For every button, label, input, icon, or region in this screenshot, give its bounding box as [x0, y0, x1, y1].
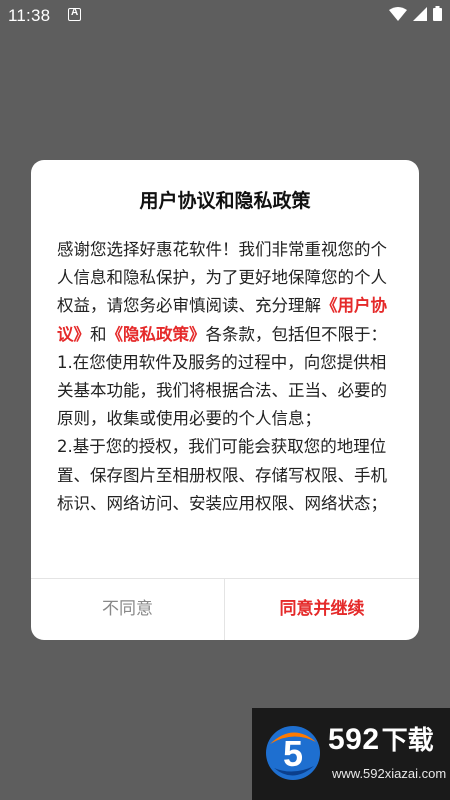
intro-text-part2: 各条款，包括但不限于： — [205, 324, 388, 344]
disagree-button[interactable]: 不同意 — [31, 579, 224, 640]
watermark-brand-text: 下载 — [381, 726, 434, 756]
intro-paragraph: 感谢您选择好惠花软件！我们非常重视您的个人信息和隐私保护，为了更好地保障您的个人… — [57, 236, 397, 349]
clause-item-1: 1.在您使用软件及服务的过程中，向您提供相关基本功能，我们将根据合法、正当、必要… — [57, 352, 387, 429]
592-logo-icon: 5 — [266, 726, 320, 780]
watermark-brand-number: 592 — [328, 723, 380, 756]
status-icons — [389, 6, 442, 21]
privacy-policy-link[interactable]: 《隐私政策》 — [107, 325, 206, 344]
intro-and-text: 和 — [90, 324, 107, 344]
watermark: 5 592 下载 www.592xiazai.com — [252, 708, 450, 800]
watermark-url: www.592xiazai.com — [332, 766, 447, 781]
a-notification-icon — [68, 7, 81, 21]
dialog-body[interactable]: 感谢您选择好惠花软件！我们非常重视您的个人信息和隐私保护，为了更好地保障您的个人… — [57, 236, 397, 576]
watermark-brand: 592 下载 — [328, 720, 434, 757]
svg-text:5: 5 — [283, 733, 303, 774]
privacy-dialog: 用户协议和隐私政策 感谢您选择好惠花软件！我们非常重视您的个人信息和隐私保护，为… — [31, 160, 419, 640]
wifi-icon — [389, 6, 407, 21]
battery-icon — [433, 6, 442, 21]
status-time: 11:38 — [8, 6, 51, 25]
signal-icon — [413, 6, 427, 21]
dialog-title: 用户协议和隐私政策 — [139, 190, 311, 212]
agree-continue-button[interactable]: 同意并继续 — [225, 579, 419, 640]
clause-item-2: 2.基于您的授权，我们可能会获取您的地理位置、保存图片至相册权限、存储写权限、手… — [57, 437, 387, 513]
status-bar: 11:38 — [0, 0, 450, 32]
